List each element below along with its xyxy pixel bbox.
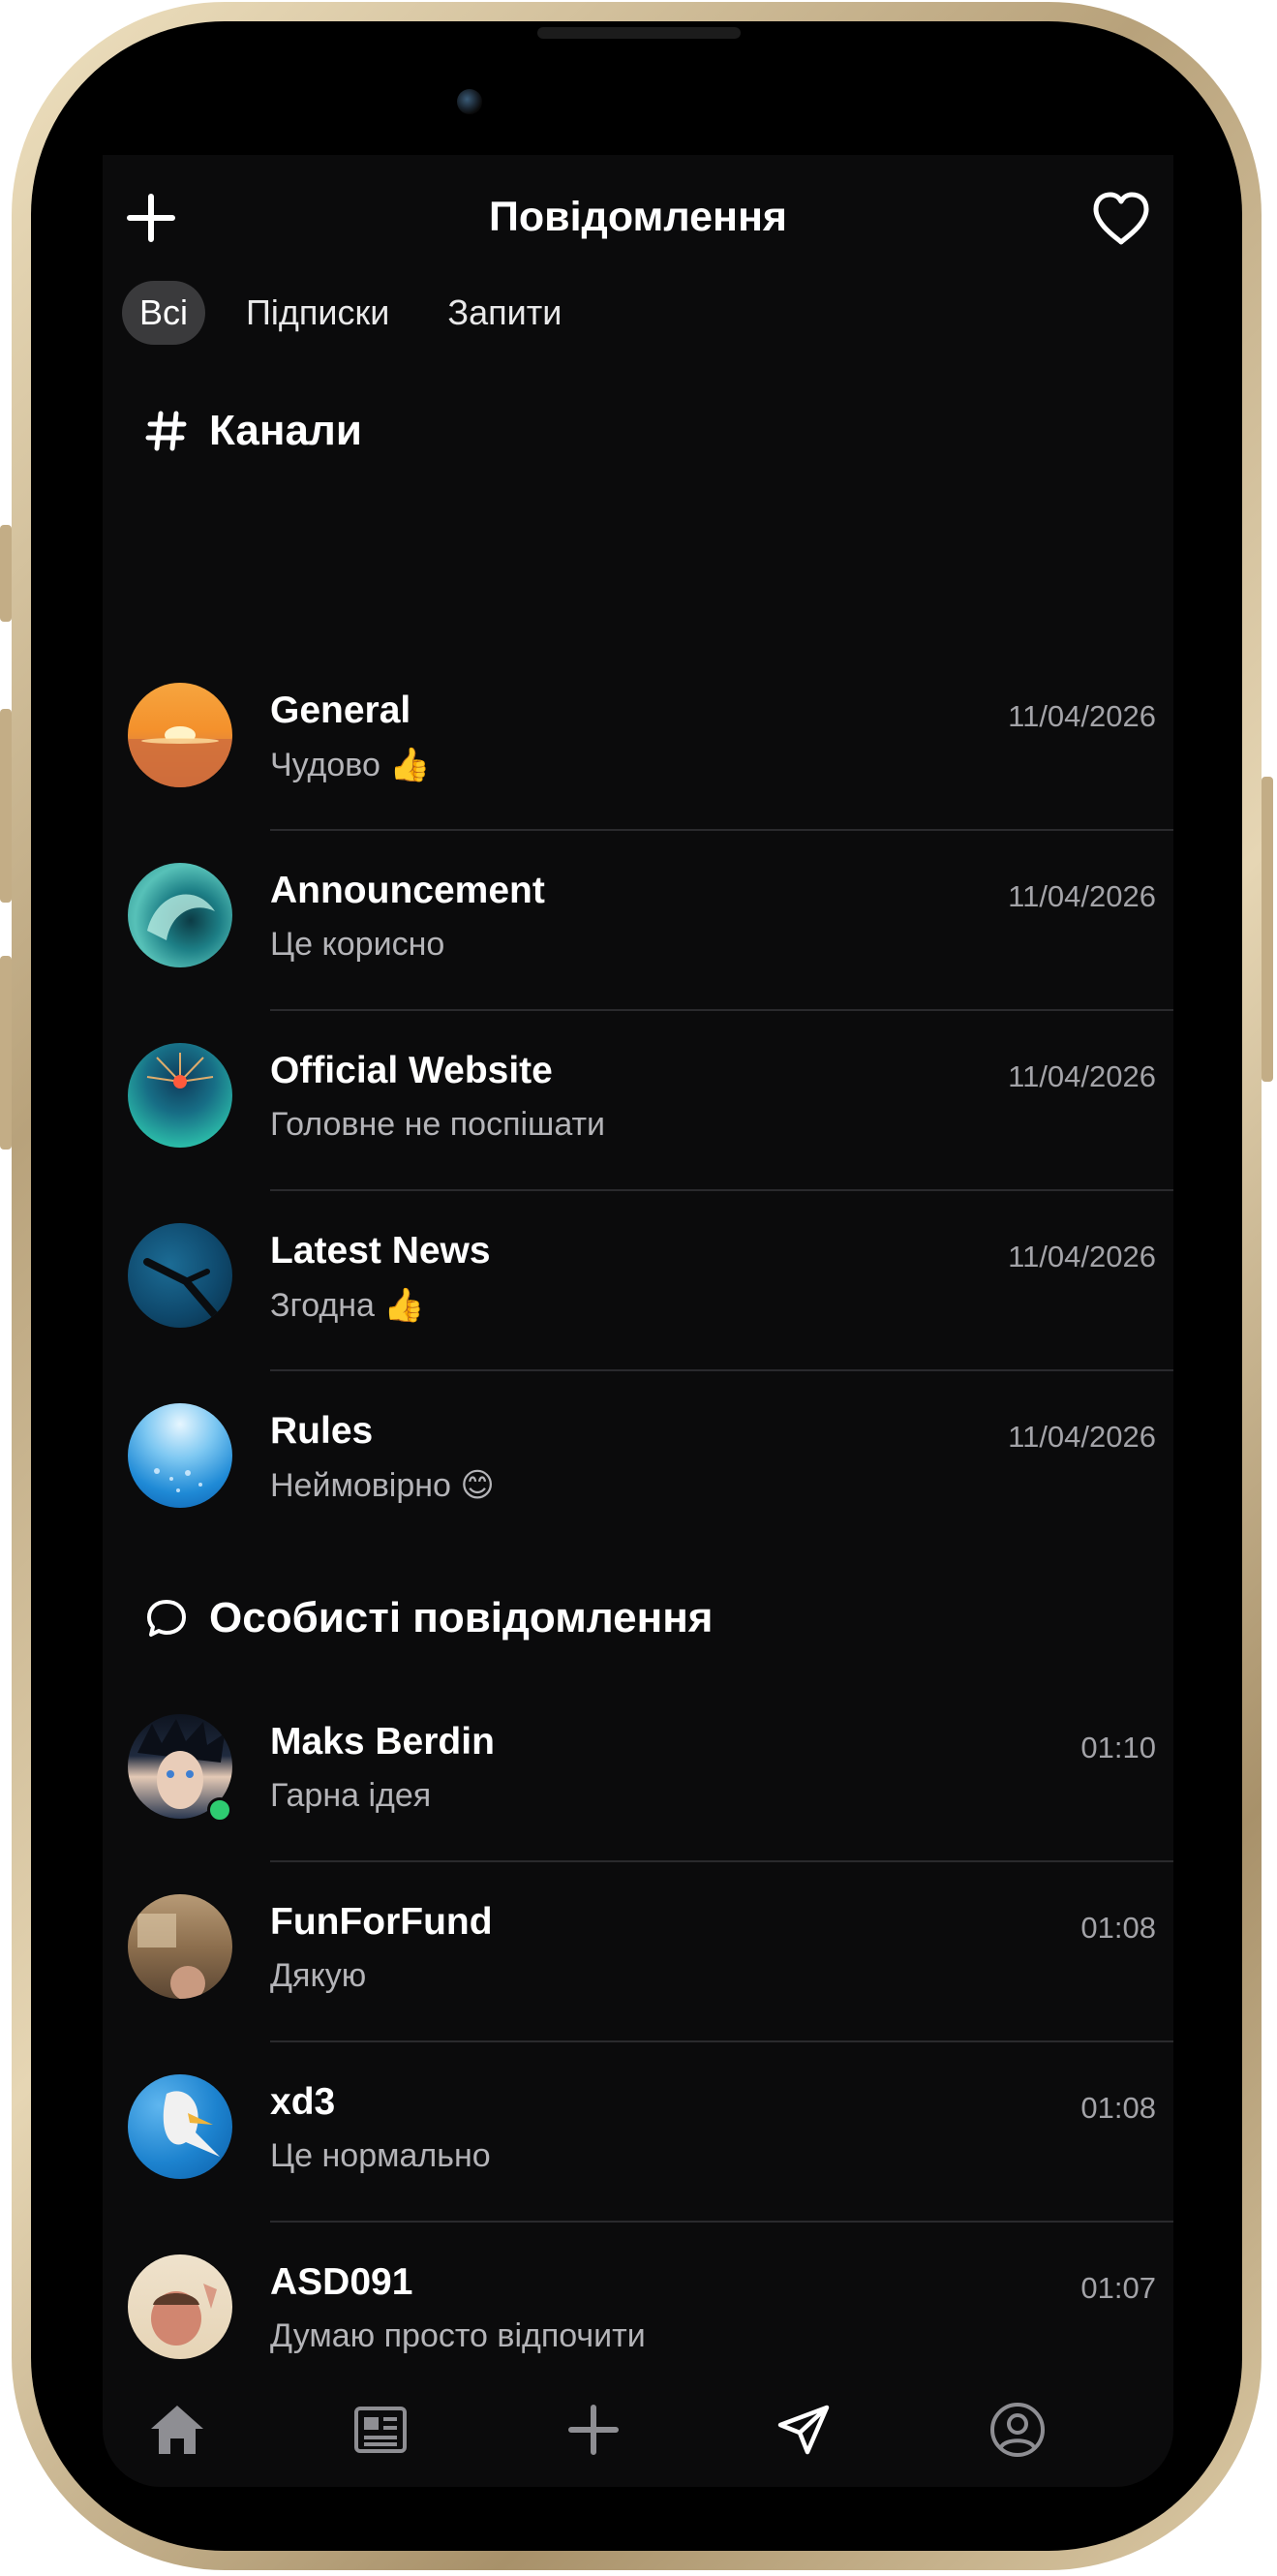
channel-row-latest-news[interactable]: Latest News Згодна 👍 11/04/2026 bbox=[103, 1191, 1173, 1371]
row-name: General bbox=[270, 690, 411, 731]
row-time: 01:07 bbox=[1080, 2271, 1156, 2305]
action-button bbox=[0, 525, 12, 622]
chat-bubble-icon bbox=[143, 1595, 190, 1641]
row-message: Неймовірно 😊 bbox=[270, 1467, 495, 1504]
dm-row-asd091[interactable]: ASD091 Думаю просто відпочити 01:07 bbox=[103, 2223, 1173, 2403]
row-name: Announcement bbox=[270, 870, 545, 911]
messages-screen: Повідомлення Всі Підписки Запити Канали … bbox=[103, 155, 1173, 2487]
filter-tabs: Всі Підписки Запити bbox=[122, 281, 579, 345]
row-time: 11/04/2026 bbox=[1008, 699, 1156, 733]
channel-row-rules[interactable]: Rules Неймовірно 😊 11/04/2026 bbox=[103, 1371, 1173, 1551]
row-time: 11/04/2026 bbox=[1008, 1240, 1156, 1273]
row-message: Це корисно bbox=[270, 926, 445, 963]
row-name: Rules bbox=[270, 1410, 374, 1452]
tab-all[interactable]: Всі bbox=[122, 281, 206, 345]
send-icon[interactable] bbox=[775, 2400, 835, 2460]
front-camera bbox=[457, 89, 482, 114]
row-name: Latest News bbox=[270, 1230, 491, 1272]
channels-section-title: Канали bbox=[143, 407, 362, 455]
hash-icon bbox=[143, 408, 190, 454]
volume-down-button bbox=[0, 956, 12, 1150]
row-name: FunForFund bbox=[270, 1901, 493, 1943]
page-title: Повідомлення bbox=[488, 194, 788, 240]
tab-subscriptions[interactable]: Підписки bbox=[228, 281, 407, 345]
online-status-dot bbox=[207, 1797, 232, 1823]
row-name: ASD091 bbox=[270, 2261, 413, 2303]
direct-messages-section-title: Особисті повідомлення bbox=[143, 1594, 713, 1642]
row-time: 01:08 bbox=[1080, 1911, 1156, 1945]
avatar bbox=[128, 1223, 232, 1328]
section-label: Особисті повідомлення bbox=[209, 1594, 714, 1641]
profile-icon[interactable] bbox=[988, 2400, 1048, 2460]
row-message: Гарна ідея bbox=[270, 1777, 432, 1814]
row-message: Чудово 👍 bbox=[270, 747, 431, 783]
channel-row-announcement[interactable]: Announcement Це корисно 11/04/2026 bbox=[103, 831, 1173, 1011]
row-message: Думаю просто відпочити bbox=[270, 2317, 646, 2354]
row-name: Official Website bbox=[270, 1050, 553, 1091]
row-time: 11/04/2026 bbox=[1008, 1059, 1156, 1093]
avatar bbox=[128, 2254, 232, 2359]
dm-row-maks-berdin[interactable]: Maks Berdin Гарна ідея 01:10 bbox=[103, 1682, 1173, 1862]
volume-up-button bbox=[0, 709, 12, 903]
row-time: 01:08 bbox=[1080, 2091, 1156, 2125]
row-message: Головне не поспішати bbox=[270, 1106, 606, 1143]
channel-row-official-website[interactable]: Official Website Головне не поспішати 11… bbox=[103, 1011, 1173, 1191]
avatar bbox=[128, 1043, 232, 1148]
avatar bbox=[128, 1894, 232, 1999]
row-time: 01:10 bbox=[1080, 1731, 1156, 1764]
tab-requests[interactable]: Запити bbox=[430, 281, 579, 345]
news-icon[interactable] bbox=[350, 2400, 410, 2460]
row-name: xd3 bbox=[270, 2081, 336, 2123]
channel-row-general[interactable]: General Чудово 👍 11/04/2026 bbox=[103, 651, 1173, 831]
section-label: Канали bbox=[209, 407, 362, 454]
home-icon[interactable] bbox=[147, 2400, 207, 2460]
avatar bbox=[128, 2074, 232, 2179]
heart-outline-icon[interactable] bbox=[1090, 190, 1152, 248]
dm-row-xd3[interactable]: xd3 Це нормально 01:08 bbox=[103, 2042, 1173, 2223]
plus-icon[interactable] bbox=[563, 2400, 623, 2460]
row-name: Maks Berdin bbox=[270, 1721, 495, 1763]
power-button bbox=[1262, 777, 1273, 1082]
row-message: Дякую bbox=[270, 1957, 367, 1994]
avatar bbox=[128, 683, 232, 787]
avatar bbox=[128, 863, 232, 967]
row-message: Згодна 👍 bbox=[270, 1287, 425, 1324]
avatar bbox=[128, 1403, 232, 1508]
row-time: 11/04/2026 bbox=[1008, 879, 1156, 913]
row-time: 11/04/2026 bbox=[1008, 1420, 1156, 1454]
bottom-nav bbox=[103, 2382, 1173, 2469]
earpiece-speaker bbox=[537, 27, 741, 39]
row-message: Це нормально bbox=[270, 2137, 491, 2174]
dm-row-funforfund[interactable]: FunForFund Дякую 01:08 bbox=[103, 1862, 1173, 2042]
